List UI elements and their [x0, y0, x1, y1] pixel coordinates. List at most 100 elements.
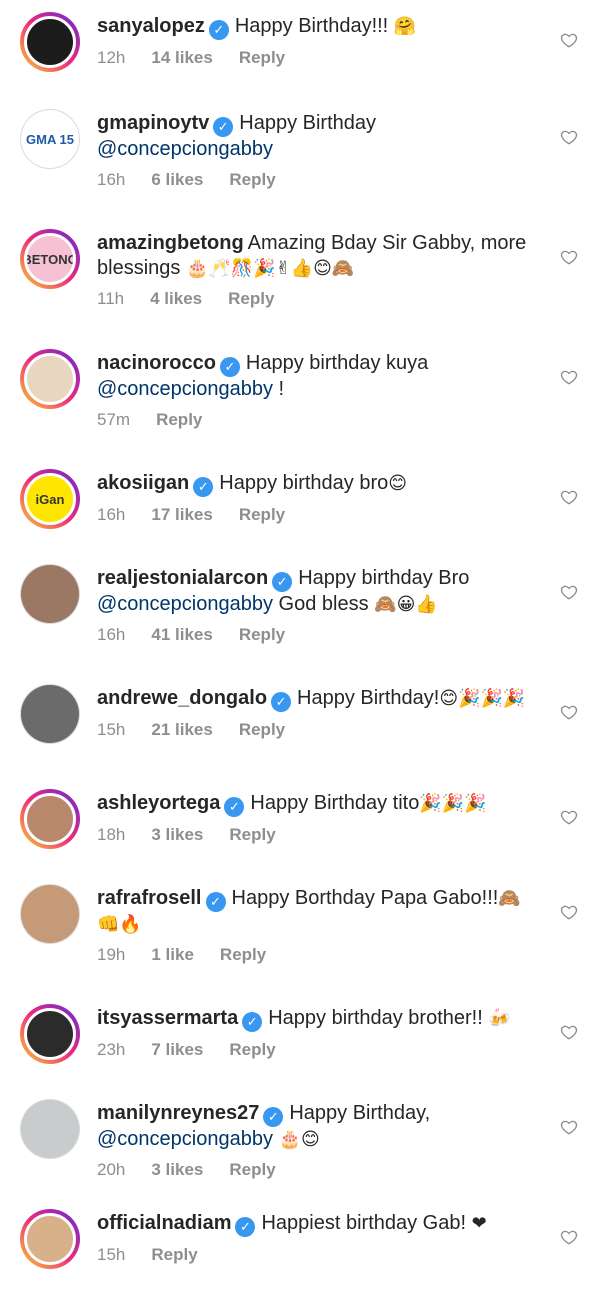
heart-outline-icon[interactable] — [560, 248, 578, 266]
comment-meta: 15h 21 likes Reply — [97, 720, 537, 742]
comment-text: rafrafrosell ✓ Happy Borthday Papa Gabo!!!… — [97, 886, 537, 937]
username-link[interactable]: amazingbetong — [97, 232, 244, 254]
username-link[interactable]: rafrafrosell — [97, 887, 202, 909]
comment-timestamp: 18h — [97, 825, 126, 844]
heart-outline-icon[interactable] — [560, 1118, 578, 1136]
verified-badge-icon: ✓ — [242, 1012, 263, 1032]
avatar[interactable]: BETONG — [20, 229, 80, 289]
likes-count[interactable]: 3 likes — [151, 1160, 203, 1179]
username-link[interactable]: gmapinoytv — [97, 112, 209, 134]
comment-meta: 12h 14 likes Reply — [97, 48, 537, 70]
heart-outline-icon[interactable] — [560, 703, 578, 721]
username-link[interactable]: realjestonialarcon — [97, 567, 268, 589]
reply-button[interactable]: Reply — [239, 505, 285, 524]
comment-body: officialnadiam ✓ Happiest birthday Gab! ❤ 1… — [97, 1211, 537, 1267]
reply-button[interactable]: Reply — [229, 170, 275, 189]
avatar[interactable] — [20, 564, 80, 624]
comment-body: manilynreynes27 ✓ Happy Birthday, @concepc… — [97, 1101, 537, 1182]
avatar[interactable] — [20, 1004, 80, 1064]
likes-count[interactable]: 3 likes — [151, 825, 203, 844]
likes-count[interactable]: 21 likes — [151, 720, 212, 739]
mention-link[interactable]: @concepciongabby — [97, 593, 273, 615]
comment-body: akosiigan ✓ Happy birthday bro😊 16h 17 likes… — [97, 471, 537, 527]
mention-link[interactable]: @concepciongabby — [97, 1128, 273, 1150]
likes-count[interactable]: 14 likes — [151, 48, 212, 67]
comment-text: sanyalopez ✓ Happy Birthday!!! 🤗 — [97, 14, 537, 40]
username-link[interactable]: akosiigan — [97, 472, 189, 494]
avatar[interactable] — [20, 1099, 80, 1159]
likes-count[interactable]: 4 likes — [150, 289, 202, 308]
reply-button[interactable]: Reply — [229, 1040, 275, 1059]
avatar-image: GMA 15 — [21, 110, 79, 168]
avatar[interactable] — [20, 12, 80, 72]
reply-button[interactable]: Reply — [156, 410, 202, 429]
avatar[interactable] — [20, 349, 80, 409]
username-link[interactable]: andrewe_dongalo — [97, 687, 267, 709]
username-link[interactable]: sanyalopez — [97, 15, 205, 37]
reply-button[interactable]: Reply — [239, 720, 285, 739]
heart-outline-icon[interactable] — [560, 1228, 578, 1246]
reply-button[interactable]: Reply — [228, 289, 274, 308]
emoji: 🙈😀👍 — [374, 594, 438, 614]
comment-text: gmapinoytv ✓ Happy Birthday @concepciongab… — [97, 111, 537, 162]
reply-button[interactable]: Reply — [239, 48, 285, 67]
comment-text: ashleyortega ✓ Happy Birthday tito🎉🎉🎉 — [97, 791, 537, 817]
reply-button[interactable]: Reply — [229, 1160, 275, 1179]
comment-message: Happy Borthday Papa Gabo!!! — [231, 887, 499, 909]
heart-outline-icon[interactable] — [560, 128, 578, 146]
comment-item: sanyalopez ✓ Happy Birthday!!! 🤗 12h 14 like… — [0, 8, 600, 108]
username-link[interactable]: officialnadiam — [97, 1212, 231, 1234]
avatar-image: iGan — [24, 473, 76, 525]
reply-button[interactable]: Reply — [220, 945, 266, 964]
comment-item: BETONG amazingbetong Amazing Bday Sir Gabb… — [0, 225, 600, 325]
comment-item: andrewe_dongalo ✓ Happy Birthday!😊🎉🎉🎉 15h 21… — [0, 680, 600, 780]
avatar-image — [24, 793, 76, 845]
username-link[interactable]: nacinorocco — [97, 352, 216, 374]
comment-body: andrewe_dongalo ✓ Happy Birthday!😊🎉🎉🎉 15h 21… — [97, 686, 537, 742]
heart-outline-icon[interactable] — [560, 903, 578, 921]
avatar[interactable] — [20, 1209, 80, 1269]
avatar[interactable] — [20, 884, 80, 944]
heart-outline-icon[interactable] — [560, 1023, 578, 1041]
comment-meta: 20h 3 likes Reply — [97, 1160, 537, 1182]
comment-meta: 16h 17 likes Reply — [97, 505, 537, 527]
comment-timestamp: 23h — [97, 1040, 126, 1059]
emoji: 🎂😊 — [278, 1129, 320, 1149]
heart-outline-icon[interactable] — [560, 488, 578, 506]
emoji: 🍻 — [488, 1008, 511, 1028]
comment-meta: 19h 1 like Reply — [97, 945, 537, 967]
likes-count[interactable]: 41 likes — [151, 625, 212, 644]
likes-count[interactable]: 6 likes — [151, 170, 203, 189]
reply-button[interactable]: Reply — [239, 625, 285, 644]
comment-message: Happiest birthday Gab! — [261, 1212, 472, 1234]
heart-outline-icon[interactable] — [560, 368, 578, 386]
likes-count[interactable]: 7 likes — [151, 1040, 203, 1059]
comment-item: ashleyortega ✓ Happy Birthday tito🎉🎉🎉 18h 3 … — [0, 785, 600, 885]
heart-outline-icon[interactable] — [560, 583, 578, 601]
username-link[interactable]: itsyassermarta — [97, 1007, 238, 1029]
comment-message: Happy birthday bro — [219, 472, 389, 494]
comment-body: itsyassermarta ✓ Happy birthday brother!! … — [97, 1006, 537, 1062]
likes-count[interactable]: 17 likes — [151, 505, 212, 524]
likes-count[interactable]: 1 like — [151, 945, 194, 964]
heart-outline-icon[interactable] — [560, 31, 578, 49]
verified-badge-icon: ✓ — [219, 357, 240, 377]
comment-item: realjestonialarcon ✓ Happy birthday Bro @c… — [0, 560, 600, 660]
comment-item: manilynreynes27 ✓ Happy Birthday, @concepc… — [0, 1095, 600, 1195]
avatar[interactable]: iGan — [20, 469, 80, 529]
mention-link[interactable]: @concepciongabby — [97, 378, 273, 400]
username-link[interactable]: ashleyortega — [97, 792, 220, 814]
avatar[interactable] — [20, 789, 80, 849]
verified-badge-icon: ✓ — [271, 692, 292, 712]
reply-button[interactable]: Reply — [151, 1245, 197, 1264]
avatar[interactable] — [20, 684, 80, 744]
avatar-image — [24, 16, 76, 68]
comment-message: Happy Birthday tito — [250, 792, 420, 814]
avatar[interactable]: GMA 15 — [20, 109, 80, 169]
mention-link[interactable]: @concepciongabby — [97, 138, 273, 160]
reply-button[interactable]: Reply — [229, 825, 275, 844]
comment-meta: 16h 41 likes Reply — [97, 625, 537, 647]
heart-outline-icon[interactable] — [560, 808, 578, 826]
username-link[interactable]: manilynreynes27 — [97, 1102, 259, 1124]
comment-item: rafrafrosell ✓ Happy Borthday Papa Gabo!!!… — [0, 880, 600, 980]
